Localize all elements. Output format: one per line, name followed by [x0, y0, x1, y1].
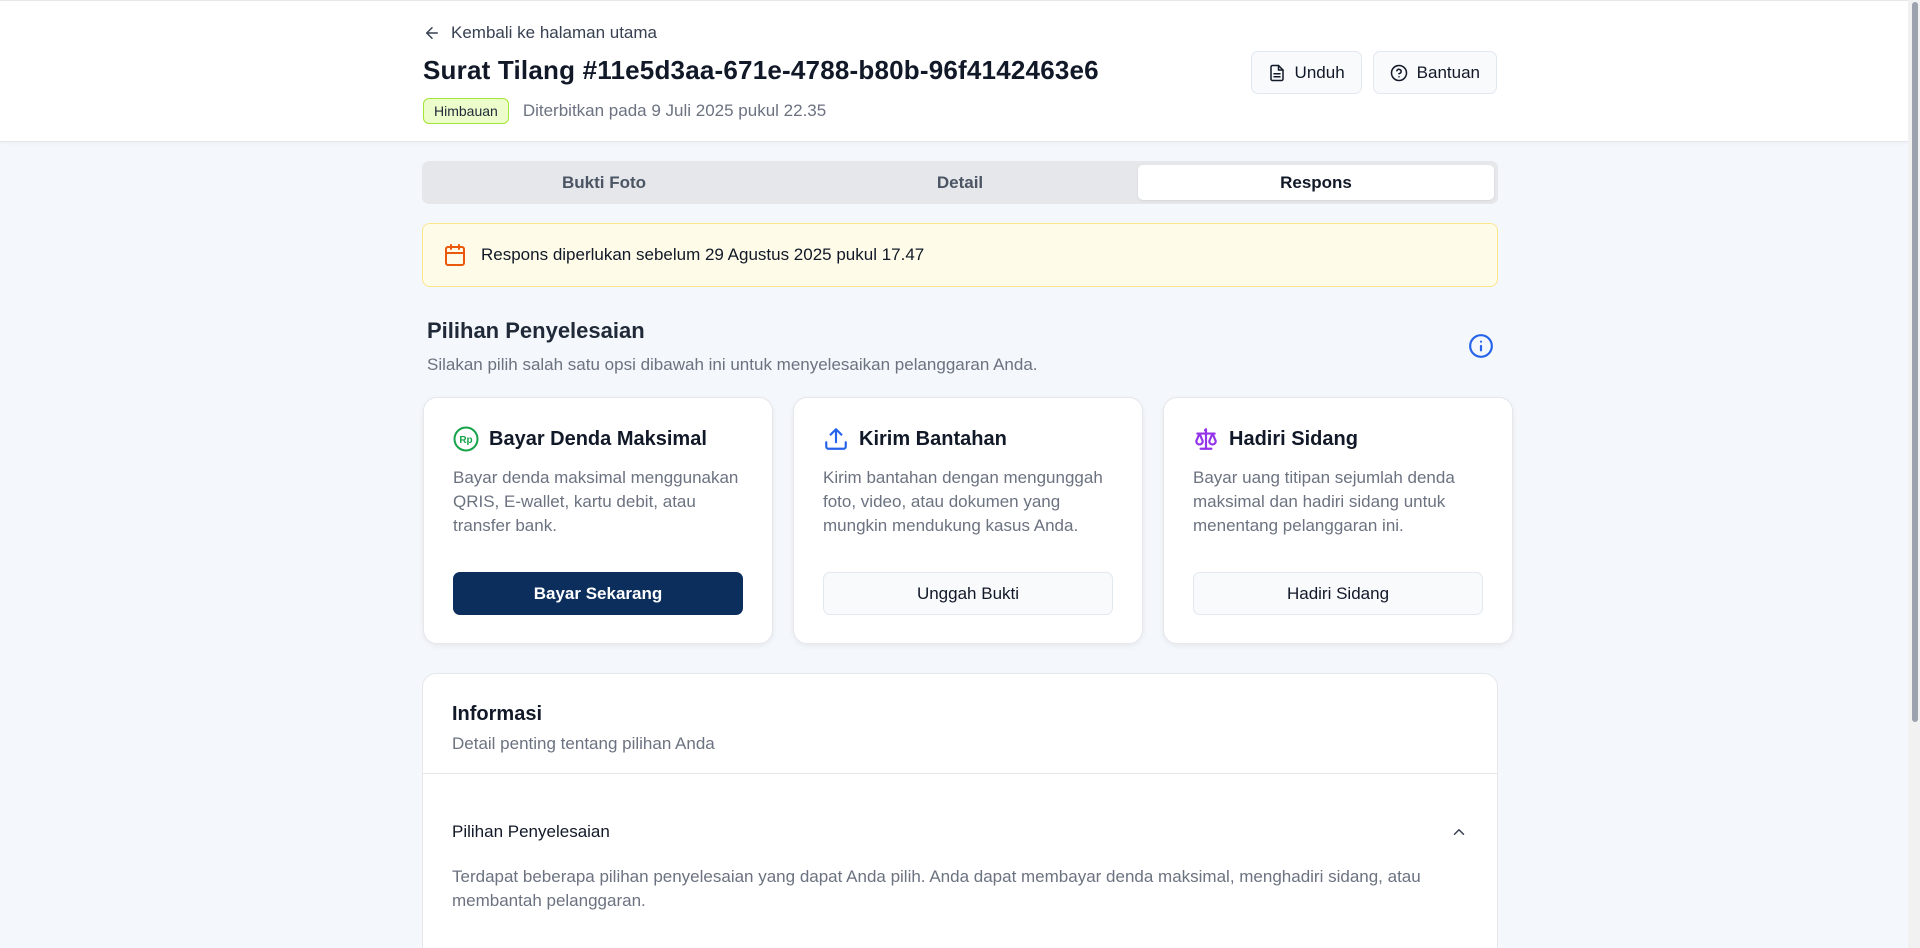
accordion-body: Terdapat beberapa pilihan penyelesaian y… [452, 867, 1421, 910]
rupiah-icon: Rp [453, 426, 479, 452]
issued-date: Diterbitkan pada 9 Juli 2025 pukul 22.35 [522, 101, 827, 120]
info-panel: Informasi Detail penting tentang pilihan… [422, 673, 1498, 948]
help-circle-icon [1390, 64, 1407, 81]
tab-bukti-foto[interactable]: Bukti Foto [426, 165, 782, 200]
option-card-pay: Rp Bayar Denda Maksimal Bayar denda maks… [423, 397, 773, 644]
tab-respons[interactable]: Respons [1138, 165, 1494, 200]
download-button[interactable]: Unduh [1250, 51, 1362, 94]
status-badge: Himbauan [423, 98, 509, 124]
page-title: Surat Tilang #11e5d3aa-671e-4788-b80b-96… [423, 55, 1099, 85]
page-header: Kembali ke halaman utama Surat Tilang #1… [0, 0, 1920, 142]
pay-now-button[interactable]: Bayar Sekarang [453, 572, 743, 615]
accordion-header[interactable]: Pilihan Penyelesaian [452, 822, 1468, 842]
info-title: Informasi [452, 703, 543, 725]
card-description: Bayar uang titipan sejumlah denda maksim… [1193, 468, 1455, 535]
card-title: Kirim Bantahan [859, 427, 1007, 450]
card-description: Kirim bantahan dengan mengunggah foto, v… [823, 468, 1103, 535]
attend-court-button[interactable]: Hadiri Sidang [1193, 572, 1483, 615]
back-link[interactable]: Kembali ke halaman utama [423, 23, 657, 43]
section-subtitle: Silakan pilih salah satu opsi dibawah in… [427, 355, 1038, 374]
section-title: Pilihan Penyelesaian [427, 318, 645, 343]
tab-detail[interactable]: Detail [782, 165, 1138, 200]
accordion-title: Pilihan Penyelesaian [452, 822, 610, 841]
rupiah-icon-text: Rp [459, 435, 472, 446]
chevron-up-icon [1453, 829, 1465, 835]
info-subtitle: Detail penting tentang pilihan Anda [452, 734, 715, 753]
header-actions: Unduh Bantuan [1250, 51, 1497, 94]
back-link-label: Kembali ke halaman utama [451, 23, 658, 42]
deadline-text: Respons diperlukan sebelum 29 Agustus 20… [481, 245, 925, 264]
option-card-court: Hadiri Sidang Bayar uang titipan sejumla… [1163, 397, 1513, 644]
card-title: Bayar Denda Maksimal [489, 427, 707, 450]
download-label: Unduh [1294, 62, 1345, 82]
upload-evidence-button[interactable]: Unggah Bukti [823, 572, 1113, 615]
meta-row: Himbauan Diterbitkan pada 9 Juli 2025 pu… [423, 98, 826, 124]
option-card-dispute: Kirim Bantahan Kirim bantahan dengan men… [793, 397, 1143, 644]
card-description: Bayar denda maksimal menggunakan QRIS, E… [453, 468, 739, 535]
settlement-options: Rp Bayar Denda Maksimal Bayar denda maks… [423, 397, 1513, 644]
card-title: Hadiri Sidang [1229, 427, 1358, 450]
file-icon [1269, 64, 1284, 81]
deadline-alert: Respons diperlukan sebelum 29 Agustus 20… [422, 223, 1498, 287]
scrollbar[interactable] [1908, 0, 1920, 948]
help-label: Bantuan [1416, 62, 1480, 82]
calendar-icon [445, 244, 465, 266]
help-button[interactable]: Bantuan [1372, 51, 1497, 94]
arrow-left-icon [426, 27, 438, 39]
scale-icon [1195, 428, 1217, 450]
tab-bar: Bukti Foto Detail Respons [422, 161, 1498, 204]
divider [423, 773, 1497, 774]
scrollbar-thumb[interactable] [1912, 2, 1918, 722]
info-icon[interactable] [1468, 333, 1494, 359]
upload-icon [825, 428, 847, 450]
